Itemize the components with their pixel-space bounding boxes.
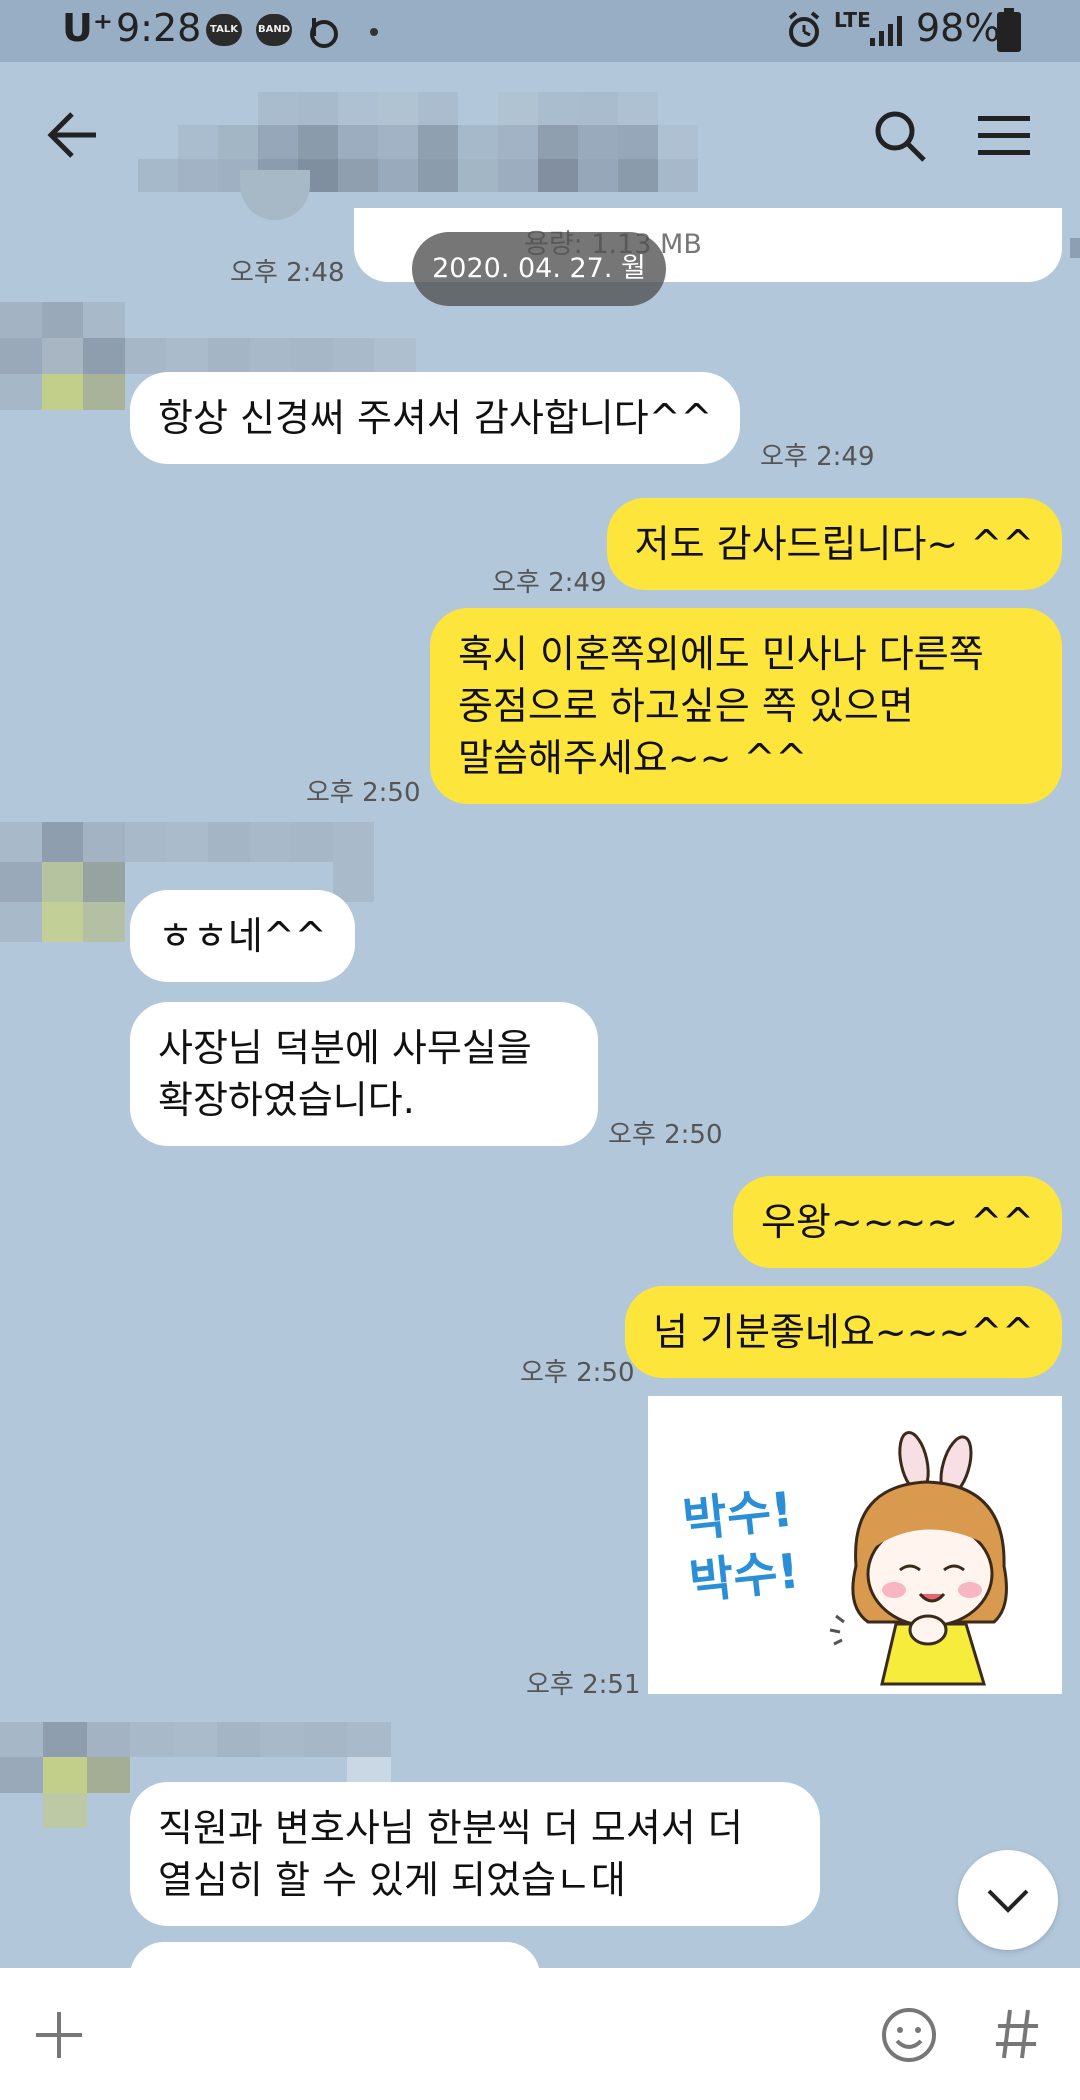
message-time: 오후 2:50 xyxy=(520,1358,635,1388)
back-icon[interactable] xyxy=(46,110,100,160)
search-icon[interactable] xyxy=(872,108,928,164)
status-time: 9:28 xyxy=(116,6,202,50)
outgoing-message-bubble[interactable]: 저도 감사드립니다~ ^^ xyxy=(606,498,1062,590)
status-bar: U⁺ 9:28 TALK BAND LTE 98% xyxy=(0,0,1080,62)
message-time: 오후 2:51 xyxy=(526,1670,641,1700)
incoming-message-bubble[interactable]: ㅎㅎ네^^ xyxy=(130,890,355,982)
message-time: 오후 2:50 xyxy=(608,1120,723,1150)
scrollbar-thumb[interactable] xyxy=(1070,238,1080,258)
message-input-bar xyxy=(0,1968,1080,2100)
menu-icon[interactable] xyxy=(976,114,1032,158)
sticker-message[interactable]: 박수! 박수! xyxy=(648,1396,1062,1694)
outgoing-message-bubble[interactable]: 넘 기분좋네요~~~^^ xyxy=(624,1286,1062,1378)
avatar xyxy=(240,170,310,220)
outgoing-message-bubble[interactable]: 우왕~~~~ ^^ xyxy=(732,1176,1062,1268)
incoming-message-bubble[interactable]: 항상 신경써 주셔서 감사합니다^^ xyxy=(130,372,741,464)
incoming-message-bubble[interactable]: 직원과 변호사님 한분씩 더 모셔서 더 열심히 할 수 있게 되었습ㄴ대 xyxy=(130,1782,820,1926)
alarm-icon xyxy=(788,11,820,47)
blog-app-icon xyxy=(310,18,338,48)
sticker-text: 박수! 박수! xyxy=(680,1481,803,1611)
carrier-label: U⁺ xyxy=(62,6,113,50)
battery-icon xyxy=(997,8,1021,52)
outgoing-message-bubble[interactable]: 혹시 이혼쪽외에도 민사나 다른쪽 중점으로 하고싶은 쪽 있으면 말씀해주세요… xyxy=(430,608,1062,804)
message-time: 오후 2:50 xyxy=(306,778,421,808)
scroll-down-button[interactable] xyxy=(958,1850,1058,1950)
chat-room-title xyxy=(138,92,698,192)
chat-header xyxy=(0,62,1080,208)
hash-icon[interactable] xyxy=(994,2006,1040,2062)
band-app-icon: BAND xyxy=(256,14,292,46)
talk-app-icon: TALK xyxy=(206,14,242,46)
date-divider: 2020. 04. 27. 월 xyxy=(412,232,666,306)
emoji-icon[interactable] xyxy=(880,2006,938,2064)
plus-icon[interactable] xyxy=(34,2010,84,2060)
signal-icon xyxy=(870,16,902,46)
message-time: 오후 2:49 xyxy=(492,568,607,598)
notification-dot-icon xyxy=(370,28,378,36)
message-time: 오후 2:48 xyxy=(230,258,345,288)
clapping-girl-sticker-icon xyxy=(829,1431,1008,1686)
battery-percent: 98% xyxy=(916,6,1001,50)
message-time: 오후 2:49 xyxy=(760,442,875,472)
network-type-label: LTE xyxy=(834,8,871,32)
incoming-message-bubble[interactable]: 사장님 덕분에 사무실을 확장하였습니다. xyxy=(130,1002,598,1146)
message-input[interactable] xyxy=(120,1990,850,2080)
chevron-down-icon xyxy=(987,1889,1029,1913)
